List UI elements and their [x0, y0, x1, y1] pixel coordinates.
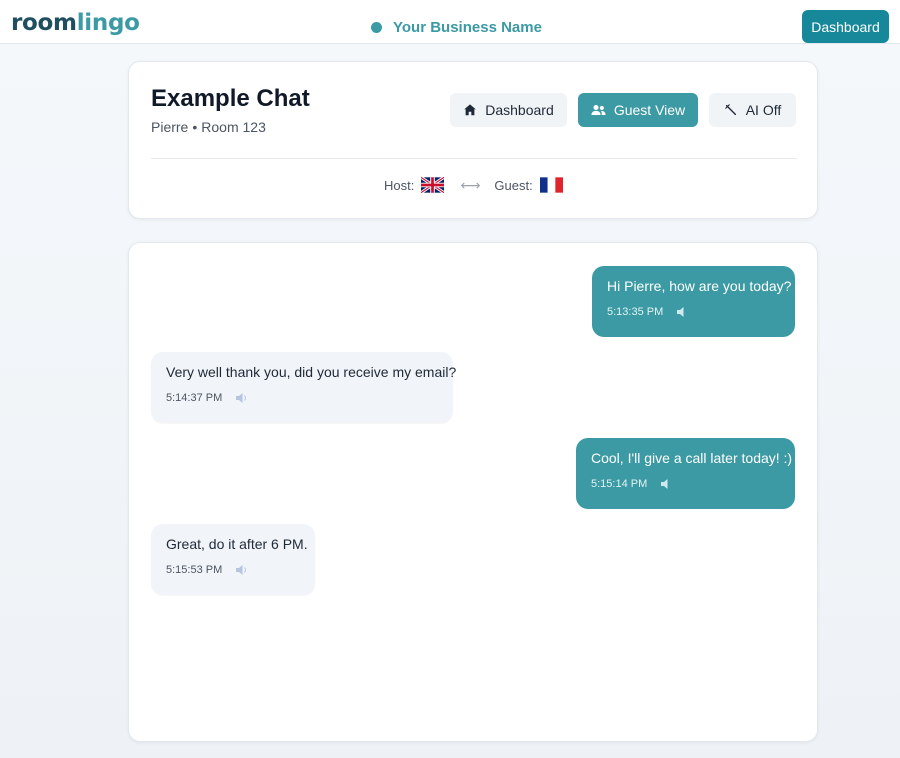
- logo-text-main: room: [11, 10, 77, 36]
- message-bubble-outgoing: Cool, I'll give a call later today! :) 5…: [576, 438, 795, 509]
- message-bubble-outgoing: Hi Pierre, how are you today? 5:13:35 PM: [592, 266, 795, 337]
- chat-header-card: Example Chat Pierre • Room 123 Dashboard…: [128, 61, 818, 219]
- home-icon: [464, 104, 476, 116]
- logo-text-accent: lingo: [76, 10, 140, 36]
- dashboard-button-label: Dashboard: [485, 102, 554, 118]
- status-dot-icon: [371, 21, 382, 33]
- ai-toggle-button[interactable]: AI Off: [709, 93, 796, 127]
- room-number: Room 123: [201, 119, 266, 135]
- guest-language-label: Guest:: [494, 177, 533, 193]
- message-timestamp: 5:13:35 PM: [607, 306, 664, 318]
- header-divider: [151, 158, 797, 159]
- top-navbar: roomlingo Your Business Name Dashboard: [0, 0, 900, 44]
- chat-title: Example Chat: [151, 85, 310, 112]
- subtitle-separator: •: [192, 119, 198, 135]
- message-meta: 5:14:37 PM: [166, 392, 438, 404]
- users-icon: [591, 105, 606, 115]
- language-pair: Host: ⟷ Guest:: [384, 175, 563, 195]
- message-meta: 5:15:14 PM: [591, 478, 780, 490]
- message-text: Very well thank you, did you receive my …: [166, 364, 457, 380]
- guest-name: Pierre: [151, 119, 189, 135]
- chat-subtitle: Pierre • Room 123: [151, 119, 266, 135]
- message-meta: 5:13:35 PM: [607, 306, 780, 318]
- message-bubble-incoming: Very well thank you, did you receive my …: [151, 352, 457, 423]
- message-meta: 5:15:53 PM: [166, 564, 300, 576]
- message-timestamp: 5:15:14 PM: [591, 478, 648, 490]
- message-timestamp: 5:15:53 PM: [166, 564, 223, 576]
- ai-toggle-label: AI Off: [745, 102, 782, 118]
- roomlingo-logo[interactable]: roomlingo: [11, 10, 140, 36]
- speaker-icon[interactable]: [234, 564, 248, 576]
- magic-wand-off-icon: [724, 104, 736, 116]
- message-timestamp: 5:14:37 PM: [166, 392, 223, 404]
- speaker-icon[interactable]: [675, 306, 689, 318]
- business-name: Your Business Name: [393, 18, 542, 36]
- swap-arrow-icon: ⟷: [460, 176, 481, 193]
- message-text: Great, do it after 6 PM.: [166, 536, 308, 552]
- message-text: Hi Pierre, how are you today?: [607, 278, 792, 294]
- uk-flag-icon: [421, 177, 445, 193]
- chat-messages-panel[interactable]: Hi Pierre, how are you today? 5:13:35 PM…: [128, 242, 818, 742]
- speaker-icon[interactable]: [234, 392, 248, 404]
- top-dashboard-button[interactable]: Dashboard: [802, 10, 889, 43]
- guest-view-button-label: Guest View: [613, 102, 686, 118]
- business-indicator: Your Business Name: [371, 17, 542, 37]
- message-bubble-incoming: Great, do it after 6 PM. 5:15:53 PM: [151, 524, 315, 595]
- dashboard-button[interactable]: Dashboard: [450, 93, 567, 127]
- guest-view-button[interactable]: Guest View: [578, 93, 698, 127]
- speaker-icon[interactable]: [659, 478, 673, 490]
- host-language-label: Host:: [384, 177, 415, 193]
- message-text: Cool, I'll give a call later today! :): [591, 450, 793, 466]
- france-flag-icon: [539, 177, 563, 193]
